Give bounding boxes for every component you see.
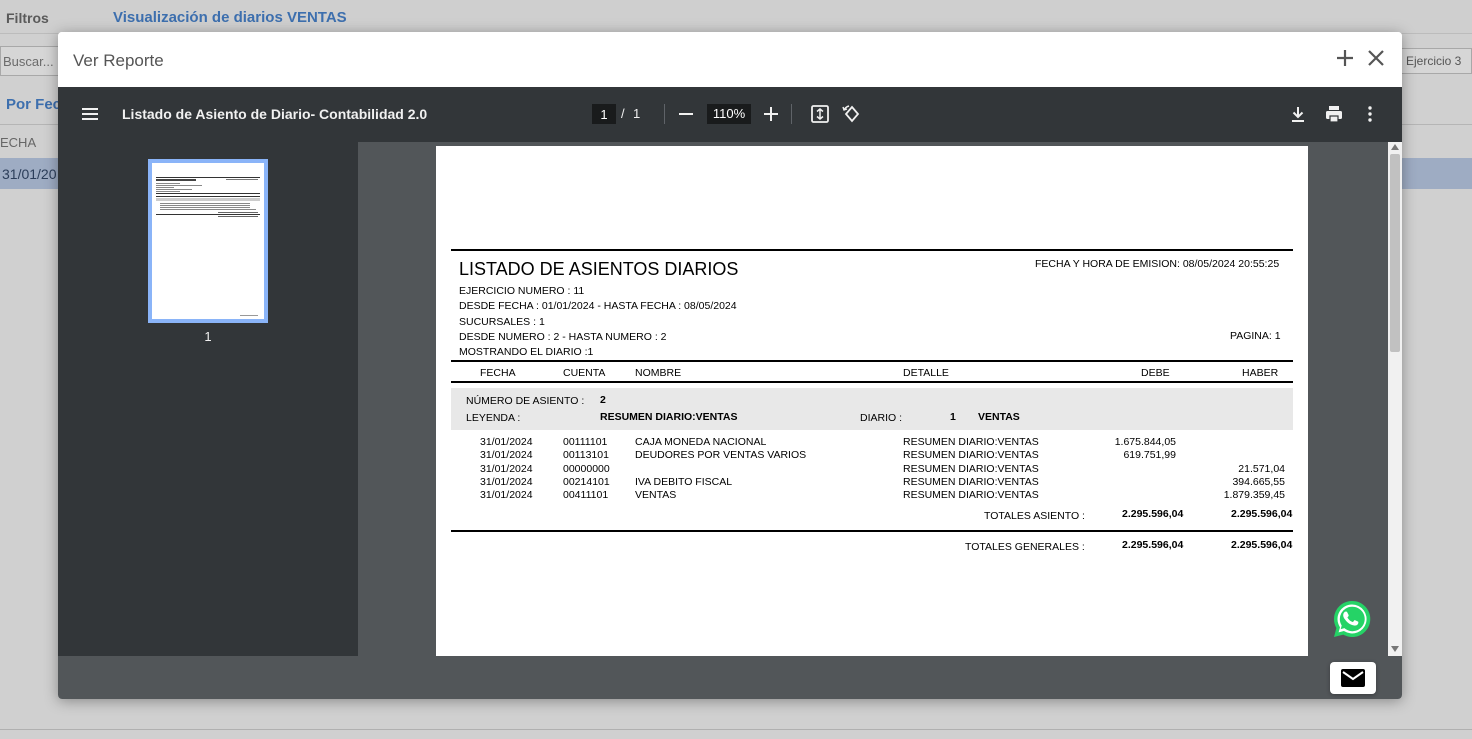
row-fecha: 31/01/2024 (480, 449, 533, 462)
totales-generales-haber: 2.295.596,04 (1231, 539, 1293, 551)
modal-title: Ver Reporte (73, 51, 164, 70)
top-rule (451, 249, 1293, 251)
page-label: PAGINA: 1 (1230, 330, 1281, 342)
mail-button[interactable] (1330, 662, 1376, 694)
col-haber: HABER (1242, 367, 1279, 379)
toolbar-divider (791, 104, 792, 124)
report-modal: Ver Reporte Listado de Asiento de Diario… (58, 32, 1402, 699)
download-icon[interactable] (1288, 104, 1308, 124)
scroll-thumb[interactable] (1390, 154, 1400, 352)
total-pages: 1 (633, 106, 641, 121)
col-cuenta: CUENTA (563, 367, 606, 379)
document-title: Listado de Asiento de Diario- Contabilid… (122, 106, 428, 122)
row-date: 31/01/20 (2, 166, 57, 182)
page-separator: / (621, 106, 625, 121)
ejercicio-numero: EJERCICIO NUMERO : 11 (459, 285, 585, 297)
ejercicio-select[interactable]: Ejercicio 3 (1400, 48, 1472, 74)
leyenda-label: LEYENDA : (466, 412, 521, 424)
expand-plus-icon[interactable] (1334, 47, 1356, 69)
asiento-number: 2 (600, 394, 606, 406)
header-rule-bottom (451, 381, 1293, 383)
row-nombre: DEUDORES POR VENTAS VARIOS (635, 449, 807, 462)
column-header-fecha: ECHA (0, 135, 37, 150)
print-icon[interactable] (1324, 104, 1344, 124)
totales-generales-debe: 2.295.596,04 (1122, 539, 1184, 551)
menu-icon[interactable] (80, 104, 100, 124)
whatsapp-icon[interactable] (1332, 599, 1372, 639)
row-debe: 619.751,99 (1123, 449, 1176, 462)
thumbnail-page-number: 1 (204, 329, 212, 344)
leyenda-value: RESUMEN DIARIO:VENTAS (600, 411, 738, 423)
row-detalle: RESUMEN DIARIO:VENTAS (903, 436, 1039, 448)
row-nombre: CAJA MONEDA NACIONAL (635, 436, 767, 448)
document-area[interactable]: LISTADO DE ASIENTOS DIARIOS FECHA Y HORA… (358, 142, 1402, 656)
row-haber: 394.665,55 (1232, 475, 1285, 488)
toolbar-divider (664, 104, 665, 124)
row-fecha: 31/01/2024 (480, 489, 533, 502)
scroll-up-arrow[interactable] (1391, 144, 1399, 150)
filters-label[interactable]: Filtros (6, 10, 49, 26)
more-vert-icon[interactable] (1360, 104, 1380, 124)
row-cuenta: 00000000 (563, 462, 610, 475)
report-page: LISTADO DE ASIENTOS DIARIOS FECHA Y HORA… (436, 146, 1308, 656)
row-nombre: IVA DEBITO FISCAL (635, 475, 733, 488)
row-detalle: RESUMEN DIARIO:VENTAS (903, 449, 1039, 462)
close-icon[interactable] (1365, 47, 1387, 69)
zoom-level[interactable]: 110% (707, 104, 751, 124)
row-haber: 1.879.359,45 (1223, 489, 1285, 502)
date-range: DESDE FECHA : 01/01/2024 - HASTA FECHA :… (459, 300, 737, 312)
rotate-icon[interactable] (842, 104, 862, 124)
row-cuenta: 00113101 (563, 449, 609, 462)
report-title: LISTADO DE ASIENTOS DIARIOS (459, 259, 739, 279)
totales-asiento-label: TOTALES ASIENTO : (984, 510, 1085, 522)
footer-divider (0, 729, 1472, 730)
asiento-number-label: NÚMERO DE ASIENTO : (466, 395, 585, 407)
vertical-scrollbar[interactable] (1388, 142, 1402, 656)
tab-por-fecha[interactable]: Por Fec (6, 96, 61, 113)
row-cuenta: 00411101 (563, 489, 609, 502)
row-haber: 21.571,04 (1238, 462, 1285, 475)
header-rule-top (451, 360, 1293, 362)
col-debe: DEBE (1141, 367, 1170, 379)
minus-icon[interactable] (676, 104, 696, 124)
diario-label: DIARIO : (860, 412, 903, 424)
row-cuenta: 00111101 (563, 436, 608, 448)
page-thumbnail[interactable] (148, 159, 268, 323)
row-cuenta: 00214101 (563, 475, 610, 488)
row-fecha: 31/01/2024 (480, 436, 533, 448)
number-range: DESDE NUMERO : 2 - HASTA NUMERO : 2 (459, 331, 667, 343)
diario-shown: MOSTRANDO EL DIARIO :1 (459, 346, 594, 358)
emission-datetime: FECHA Y HORA DE EMISION: 08/05/2024 20:5… (1035, 258, 1280, 270)
page-title: Visualización de diarios VENTAS (113, 9, 347, 26)
sucursales: SUCURSALES : 1 (459, 316, 545, 328)
col-detalle: DETALLE (903, 367, 949, 379)
page-number-input[interactable] (592, 104, 616, 124)
fit-page-icon[interactable] (810, 104, 830, 124)
search-input[interactable]: Buscar... (0, 46, 60, 76)
row-fecha: 31/01/2024 (480, 475, 533, 488)
pdf-viewer: Listado de Asiento de Diario- Contabilid… (58, 87, 1402, 699)
row-detalle: RESUMEN DIARIO:VENTAS (903, 489, 1039, 502)
col-fecha: FECHA (480, 367, 516, 379)
row-nombre: VENTAS (635, 489, 677, 502)
diario-name: VENTAS (978, 411, 1020, 423)
thumbnail-sidebar: 1 (58, 142, 358, 656)
scroll-down-arrow[interactable] (1391, 646, 1399, 652)
col-nombre: NOMBRE (635, 367, 682, 379)
plus-icon[interactable] (761, 104, 781, 124)
totals-rule (451, 530, 1293, 532)
modal-header: Ver Reporte (58, 32, 1402, 87)
pdf-toolbar: Listado de Asiento de Diario- Contabilid… (58, 87, 1402, 142)
row-detalle: RESUMEN DIARIO:VENTAS (903, 462, 1039, 475)
totales-asiento-debe: 2.295.596,04 (1122, 508, 1184, 520)
row-detalle: RESUMEN DIARIO:VENTAS (903, 475, 1039, 488)
mail-icon (1341, 669, 1365, 687)
totales-generales-label: TOTALES GENERALES : (965, 541, 1085, 553)
row-debe: 1.675.844,05 (1114, 436, 1176, 448)
totales-asiento-haber: 2.295.596,04 (1231, 508, 1293, 520)
diario-number: 1 (950, 411, 956, 423)
row-fecha: 31/01/2024 (480, 462, 533, 475)
